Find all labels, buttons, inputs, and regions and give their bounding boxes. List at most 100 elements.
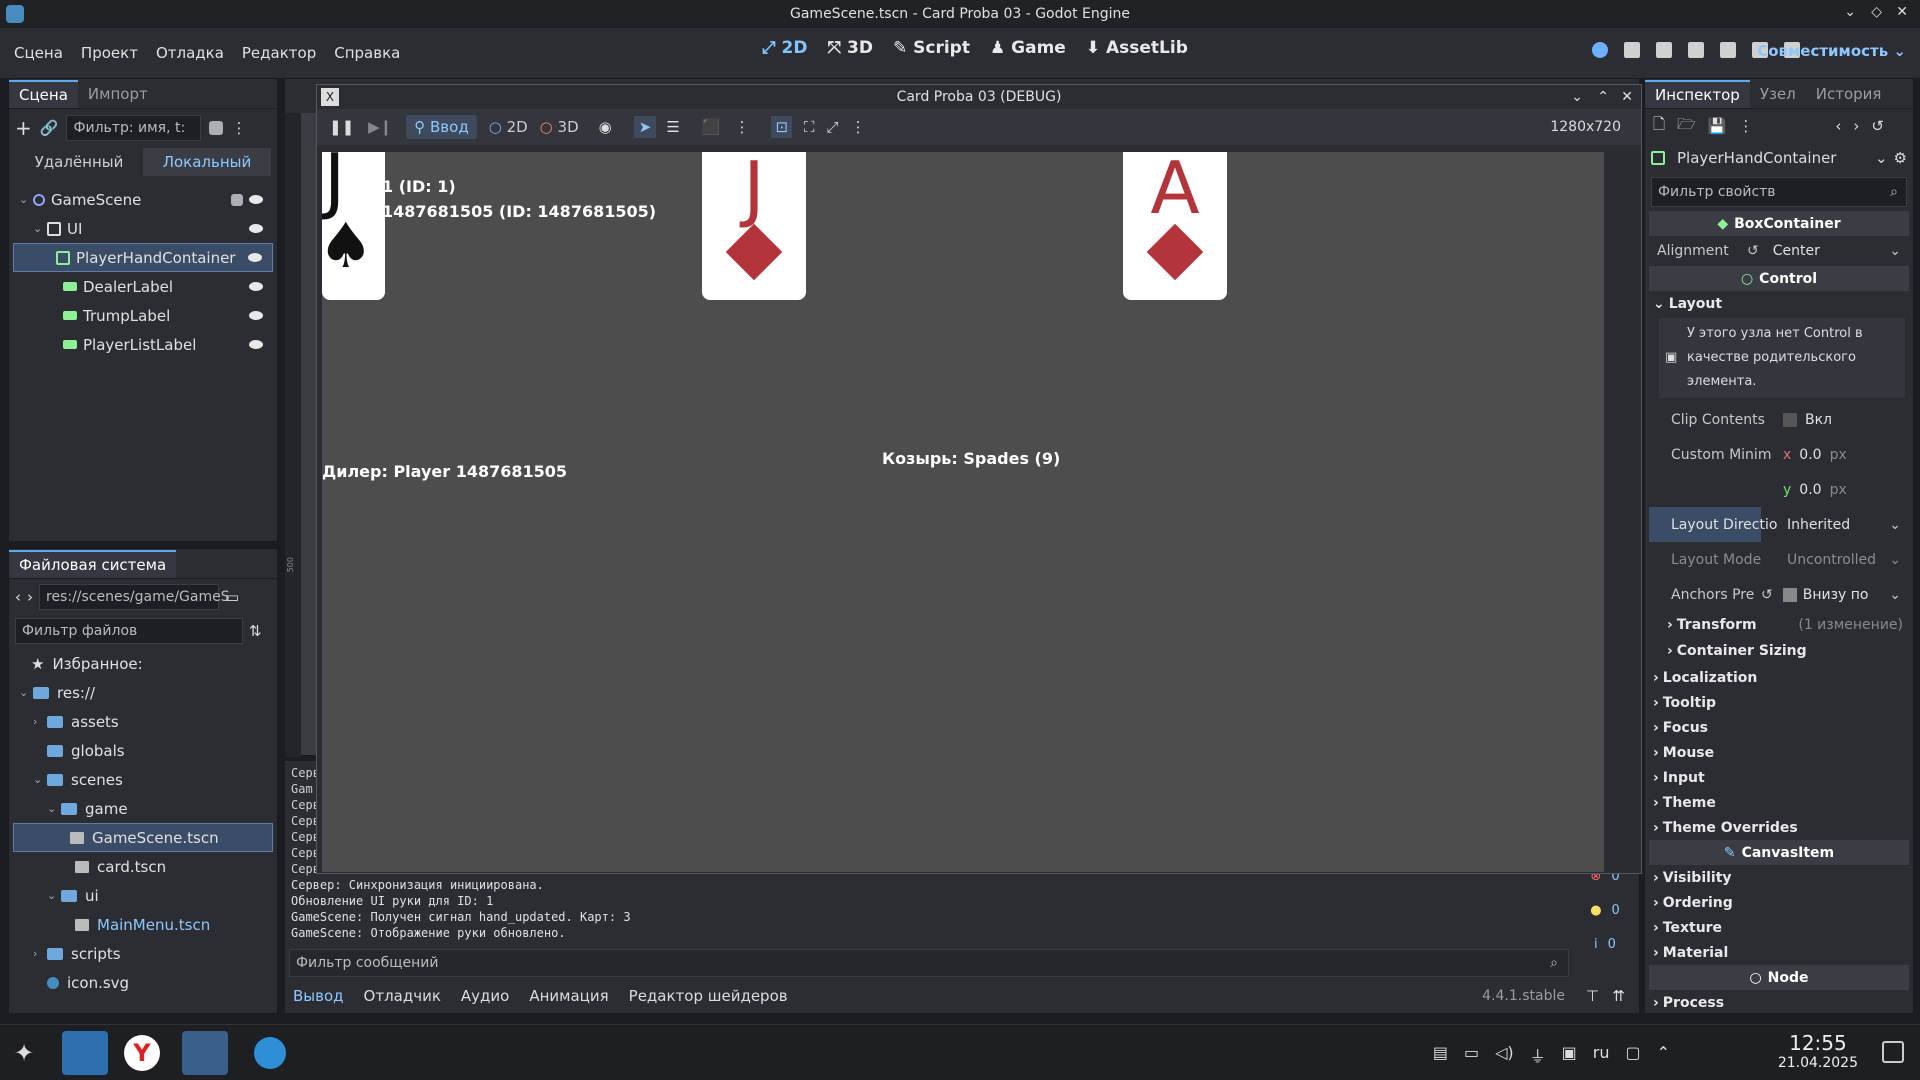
tab-node[interactable]: Узел [1750, 81, 1806, 107]
section-texture[interactable]: › Texture [1649, 915, 1909, 940]
link-icon[interactable]: 🔗 [40, 119, 59, 137]
folder-scripts[interactable]: › scripts [13, 939, 273, 968]
folder-ui[interactable]: ⌄ ui [13, 881, 273, 910]
mode-2d-toggle[interactable]: ○ 2D [489, 118, 528, 136]
add-node-icon[interactable]: + [15, 116, 32, 140]
mode-assetlib-button[interactable]: ⬇ AssetLib [1086, 38, 1188, 58]
reload-icon[interactable] [1592, 42, 1608, 58]
dbg-maximize-icon[interactable]: ⌃ [1597, 89, 1609, 105]
section-visibility[interactable]: › Visibility [1649, 865, 1909, 890]
card-ace-diamonds[interactable]: A [1123, 152, 1227, 300]
forward-icon[interactable]: › [27, 588, 33, 606]
tab-debugger[interactable]: Отладчик [364, 987, 441, 1005]
checkbox[interactable] [1783, 412, 1797, 427]
prop-layout-mode[interactable]: Layout Mode Uncontrolled ⌄ [1649, 542, 1909, 577]
minimize-icon[interactable]: ⌄ [1844, 4, 1856, 20]
mode-3d-toggle[interactable]: ○ 3D [540, 118, 579, 136]
godot-app-icon[interactable] [182, 1031, 228, 1075]
prop-anchors-preset[interactable]: Anchors Pre ↺ Внизу по ⌄ [1649, 577, 1909, 612]
property-filter-input[interactable]: Фильтр свойств ⌕ [1651, 177, 1907, 207]
section-container-sizing[interactable]: › Container Sizing [1649, 637, 1909, 665]
focus-icon[interactable]: ⊡ [771, 116, 793, 138]
history-icon[interactable]: ↺ [1871, 117, 1884, 135]
remote-tab[interactable]: Удалённый [15, 153, 143, 171]
dbg-minimize-icon[interactable]: ⌄ [1571, 89, 1583, 105]
node-playerlistlabel[interactable]: PlayerListLabel [13, 330, 273, 359]
section-ordering[interactable]: › Ordering [1649, 890, 1909, 915]
menu-scene[interactable]: Сцена [14, 44, 63, 62]
app-launcher-icon[interactable]: ✦ [14, 1039, 34, 1067]
node-gamescene[interactable]: ⌄ GameScene [13, 185, 273, 214]
section-layout[interactable]: ⌄ Layout [1649, 291, 1909, 316]
kde-connect-icon[interactable] [254, 1037, 286, 1069]
menu-debug[interactable]: Отладка [156, 44, 224, 62]
section-focus[interactable]: › Focus [1649, 715, 1909, 740]
tab-inspector[interactable]: Инспектор [1645, 79, 1750, 108]
zoom-icon[interactable]: ⛶ [804, 118, 815, 136]
tab-audio[interactable]: Аудио [461, 987, 509, 1005]
pin-icon[interactable]: ⊤ [1586, 987, 1599, 1005]
folder-assets[interactable]: › assets [13, 707, 273, 736]
category-boxcontainer[interactable]: ◆ BoxContainer [1649, 211, 1909, 236]
more-icon[interactable]: ⋮ [1738, 117, 1753, 135]
clock[interactable]: 12:55 21.04.2025 [1778, 1031, 1858, 1071]
attach-script-icon[interactable] [209, 121, 224, 135]
menu-editor[interactable]: Редактор [242, 44, 316, 62]
prop-layout-direction[interactable]: Layout Directio Inherited ⌄ [1649, 507, 1909, 542]
select-tool-icon[interactable]: ➤ [633, 116, 657, 138]
mode-3d-button[interactable]: ⤧ 3D [827, 38, 872, 58]
section-theme[interactable]: › Theme [1649, 790, 1909, 815]
card-jack-diamonds[interactable]: J [702, 152, 806, 300]
menu-help[interactable]: Справка [334, 44, 400, 62]
visibility-eye-icon[interactable] [249, 311, 263, 320]
section-tooltip[interactable]: › Tooltip [1649, 690, 1909, 715]
volume-icon[interactable]: ◁) [1495, 1043, 1514, 1067]
usb-icon[interactable]: ⏚ [1530, 1043, 1546, 1067]
history-back-icon[interactable]: ‹ [1835, 117, 1841, 135]
file-mainmenu[interactable]: MainMenu.tscn [13, 910, 273, 939]
local-tab[interactable]: Локальный [143, 148, 271, 176]
sort-icon[interactable]: ⇅ [249, 622, 262, 640]
visibility-eye-icon[interactable] [249, 282, 263, 291]
node-dropdown-icon[interactable]: ⌄ [1875, 149, 1888, 167]
visibility-eye-icon[interactable] [249, 340, 263, 349]
expand-icon[interactable]: ⇈ [1612, 987, 1625, 1005]
save-icon[interactable]: 💾 [1708, 117, 1727, 135]
path-input[interactable]: res://scenes/game/GameS [39, 584, 230, 610]
clipboard-icon[interactable]: ▤ [1433, 1043, 1448, 1067]
visibility-eye-icon[interactable] [248, 253, 262, 262]
new-resource-icon[interactable]: 🗋 [1653, 114, 1665, 139]
folder-globals[interactable]: globals [13, 736, 273, 765]
node-dealerlabel[interactable]: DealerLabel [13, 272, 273, 301]
more-icon[interactable]: ⋮ [734, 118, 749, 136]
revert-icon[interactable]: ↺ [1761, 587, 1773, 603]
tab-animation[interactable]: Анимация [529, 987, 608, 1005]
tab-output[interactable]: Вывод [293, 987, 344, 1005]
prop-custom-min-y[interactable]: y 0.0 px [1649, 472, 1909, 507]
mode-game-button[interactable]: ♟ Game [990, 38, 1066, 58]
prop-clip-contents[interactable]: Clip Contents Вкл [1649, 402, 1909, 437]
node-playerhandcontainer[interactable]: PlayerHandContainer [13, 243, 273, 272]
folder-res[interactable]: ⌄ res:// [13, 678, 273, 707]
category-control[interactable]: ○ Control [1649, 266, 1909, 291]
visibility-icon[interactable]: ◉ [599, 118, 612, 136]
object-props-icon[interactable]: ⚙ [1894, 149, 1907, 167]
prop-alignment[interactable]: Alignment ↺ Center ⌄ [1649, 236, 1909, 266]
section-theme-overrides[interactable]: › Theme Overrides [1649, 815, 1909, 840]
split-view-icon[interactable]: ▭ [225, 588, 239, 606]
tab-import[interactable]: Импорт [78, 81, 158, 107]
scene-filter-input[interactable]: Фильтр: имя, t: [66, 115, 202, 141]
show-desktop-icon[interactable] [1882, 1041, 1904, 1063]
file-manager-icon[interactable] [62, 1031, 108, 1075]
favorites-item[interactable]: ★ Избранное: [13, 649, 273, 678]
keyboard-layout[interactable]: ru [1593, 1043, 1610, 1067]
display-icon[interactable]: ▢ [1625, 1043, 1640, 1067]
list-select-icon[interactable]: ☰ [666, 118, 679, 136]
fullscreen-icon[interactable]: ⤢ [827, 118, 839, 136]
camera-icon[interactable]: ⬛ [702, 118, 721, 136]
maximize-icon[interactable]: ◇ [1871, 4, 1882, 20]
tab-shader-editor[interactable]: Редактор шейдеров [629, 987, 788, 1005]
visibility-eye-icon[interactable] [249, 224, 263, 233]
run-scene-icon[interactable] [1720, 42, 1736, 58]
pause-icon[interactable]: ❚❚ [329, 118, 354, 136]
